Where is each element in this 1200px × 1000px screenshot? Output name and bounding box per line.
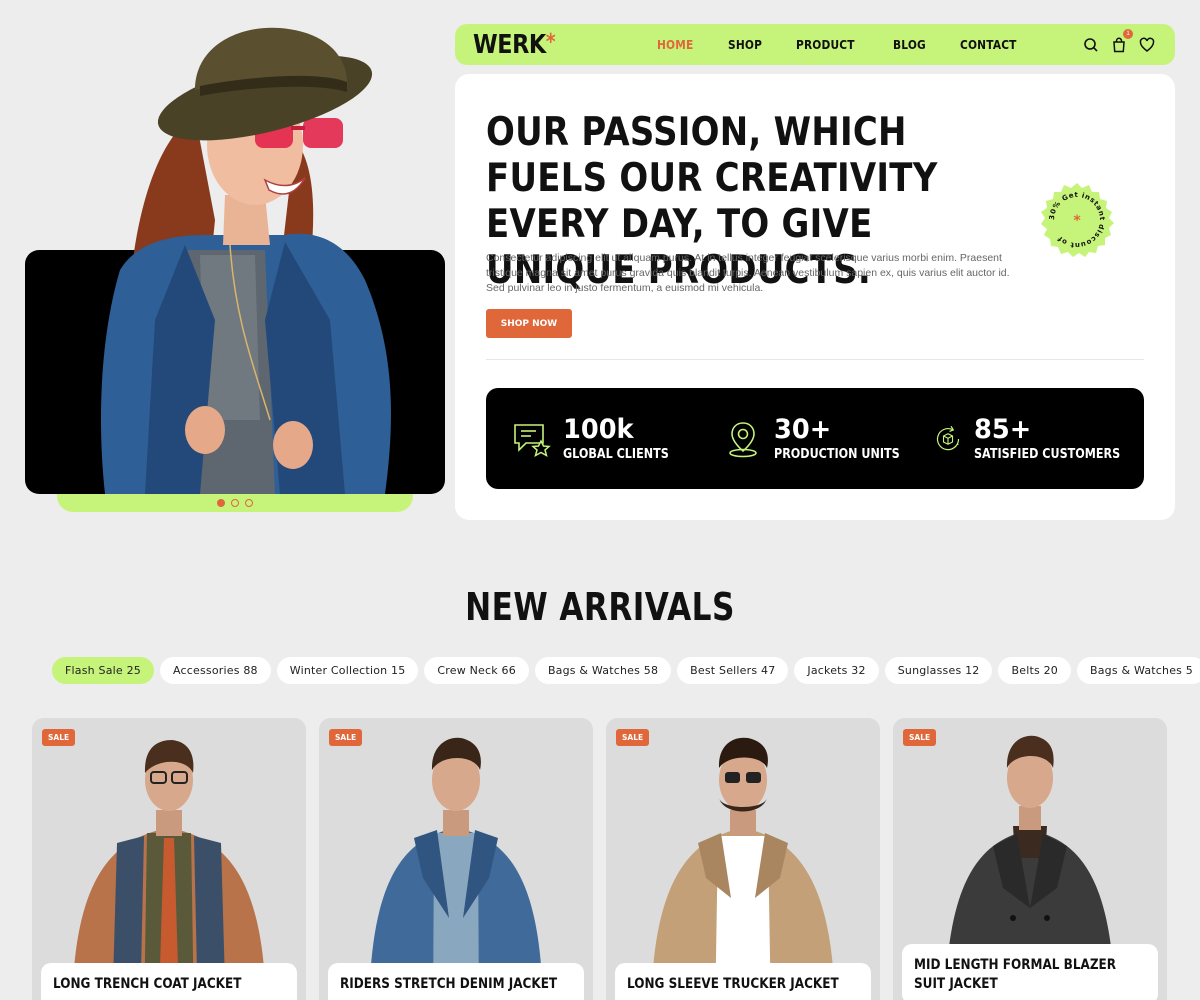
shop-now-button[interactable]: SHOP NOW: [486, 309, 572, 338]
sale-badge: SALE: [329, 729, 363, 746]
nav-icons: 1: [1083, 28, 1155, 53]
product-card[interactable]: SALE MID LENGTH FORMAL BLAZER SUIT JACKE…: [893, 718, 1167, 1000]
sale-badge: SALE: [903, 729, 937, 746]
filter-chip-accessories[interactable]: Accessories 88: [159, 657, 271, 684]
stat-value: 100k: [563, 414, 634, 445]
product-name-box: LONG TRENCH COAT JACKET: [41, 963, 297, 1000]
top-navbar: WERK* HOME SHOP PRODUCT BLOG CONTACT 1: [455, 24, 1175, 65]
product-name[interactable]: LONG TRENCH COAT JACKET: [53, 975, 302, 994]
stat-global-clients: 100k GLOBAL CLIENTS: [512, 415, 723, 462]
product-image: [606, 718, 880, 1000]
product-card[interactable]: SALE RIDERS STRETCH DENIM JACKET: [319, 718, 593, 1000]
sale-badge: SALE: [42, 729, 76, 746]
product-grid: SALE LONG TRENCH COAT JACKET SALE RIDERS…: [32, 718, 1167, 1000]
hero-model-image: [100, 27, 391, 494]
filter-chip-belts[interactable]: Belts 20: [998, 657, 1071, 684]
stat-satisfied-customers: 85+ SATISFIED CUSTOMERS: [933, 415, 1144, 462]
stat-label: PRODUCTION UNITS: [773, 447, 900, 462]
new-arrivals-title: NEW ARRIVALS: [465, 585, 735, 629]
nav-link-contact[interactable]: CONTACT: [960, 37, 1017, 52]
stat-production-units: 30+ PRODUCTION UNITS: [723, 415, 934, 462]
stats-bar: 100k GLOBAL CLIENTS 30+ PRODUCTION UNITS: [486, 388, 1144, 489]
stat-value: 30+: [773, 414, 831, 445]
filter-chip-winter-collection[interactable]: Winter Collection 15: [276, 657, 419, 684]
nav-links: HOME SHOP PRODUCT BLOG CONTACT: [657, 37, 1026, 52]
product-image: [32, 718, 306, 1000]
stat-value: 85+: [974, 414, 1032, 445]
product-name-box: RIDERS STRETCH DENIM JACKET: [328, 963, 584, 1000]
filter-chip-best-sellers[interactable]: Best Sellers 47: [677, 657, 789, 684]
slider-dot-3[interactable]: [245, 499, 253, 507]
brand-logo-text: WERK: [473, 29, 546, 60]
search-icon[interactable]: [1083, 37, 1099, 53]
brand-logo-star: *: [545, 29, 556, 55]
hero-image-panel: [25, 20, 445, 515]
hero-divider: [486, 359, 1144, 360]
stat-label: SATISFIED CUSTOMERS: [974, 447, 1121, 462]
product-name[interactable]: MID LENGTH FORMAL BLAZER SUIT JACKET: [914, 956, 1163, 994]
hero-card: OUR PASSION, WHICH FUELS OUR CREATIVITY …: [455, 74, 1175, 520]
product-card[interactable]: SALE LONG SLEEVE TRUCKER JACKET: [606, 718, 880, 1000]
filter-chip-sunglasses[interactable]: Sunglasses 12: [884, 657, 993, 684]
heart-icon[interactable]: [1139, 37, 1155, 53]
chat-star-icon: [514, 423, 551, 457]
shopping-bag-icon[interactable]: 1: [1111, 28, 1133, 53]
nav-link-product[interactable]: PRODUCT: [796, 37, 855, 52]
filter-chip-bags-watches[interactable]: Bags & Watches 58: [534, 657, 672, 684]
filter-chip-crew-neck[interactable]: Crew Neck 66: [424, 657, 529, 684]
product-image: [319, 718, 593, 1000]
cart-count-badge: 1: [1123, 28, 1133, 39]
filter-chip-jackets[interactable]: Jackets 32: [794, 657, 879, 684]
hero-description: Consectetur adipiscing elit ut aliquam p…: [486, 252, 1010, 294]
slider-dot-2[interactable]: [231, 499, 239, 507]
location-pin-icon: [728, 421, 757, 457]
product-name[interactable]: RIDERS STRETCH DENIM JACKET: [340, 975, 589, 994]
filter-chip-flash-sale[interactable]: Flash Sale 25: [52, 657, 154, 684]
stat-label: GLOBAL CLIENTS: [563, 447, 669, 462]
discount-seal-badge[interactable]: 30% Get instant discount of *: [1039, 182, 1115, 258]
nav-link-shop[interactable]: SHOP: [728, 37, 762, 52]
filter-chip-bags-watches-2[interactable]: Bags & Watches 5: [1077, 657, 1200, 684]
category-filter-chips: Flash Sale 25 Accessories 88 Winter Coll…: [52, 657, 1200, 684]
nav-link-home[interactable]: HOME: [657, 37, 693, 52]
product-card[interactable]: SALE LONG TRENCH COAT JACKET: [32, 718, 306, 1000]
box-refresh-icon: [936, 425, 960, 450]
product-name-box: MID LENGTH FORMAL BLAZER SUIT JACKET: [902, 944, 1158, 1000]
product-name-box: LONG SLEEVE TRUCKER JACKET: [615, 963, 871, 1000]
brand-logo[interactable]: WERK*: [473, 30, 556, 60]
product-name[interactable]: LONG SLEEVE TRUCKER JACKET: [627, 975, 876, 994]
hero-slider-dots: [217, 499, 253, 507]
sale-badge: SALE: [616, 729, 650, 746]
seal-asterisk: *: [1073, 213, 1081, 229]
nav-link-blog[interactable]: BLOG: [893, 37, 926, 52]
slider-dot-1[interactable]: [217, 499, 225, 507]
